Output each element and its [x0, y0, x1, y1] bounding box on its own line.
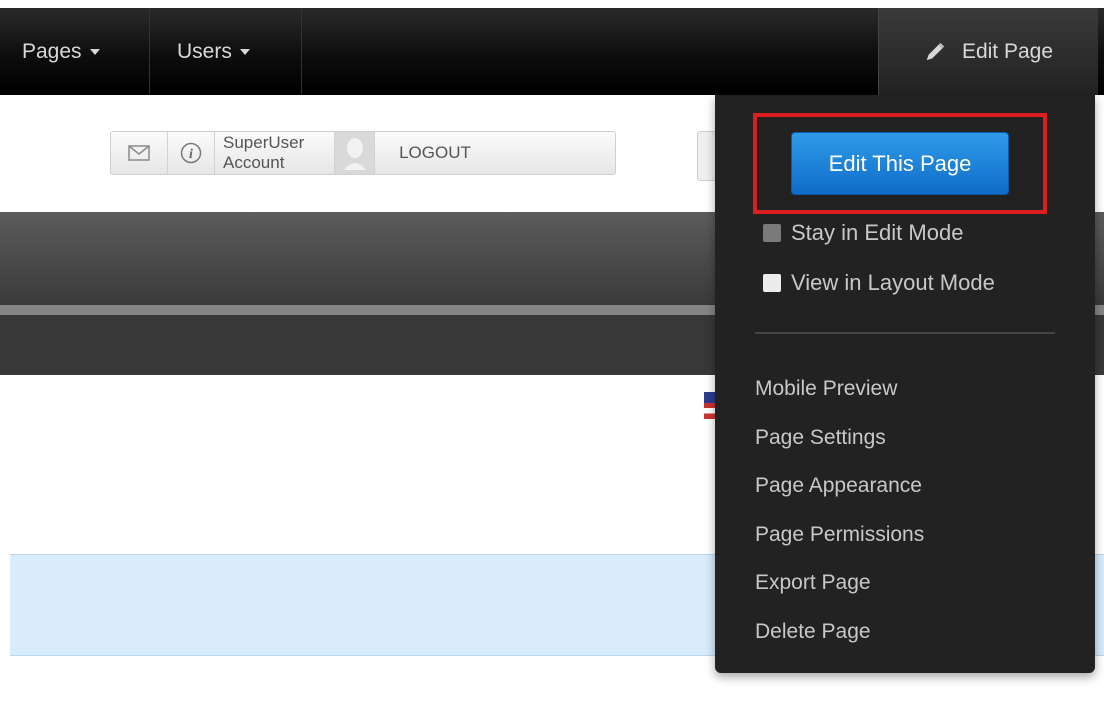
menu-item-page-permissions[interactable]: Page Permissions: [755, 511, 924, 560]
messages-button[interactable]: [111, 132, 168, 174]
avatar[interactable]: [335, 132, 375, 174]
view-in-layout-mode-checkbox[interactable]: [763, 274, 781, 292]
svg-text:i: i: [189, 147, 193, 162]
logout-button[interactable]: LOGOUT: [375, 132, 495, 174]
caret-down-icon: [89, 48, 100, 55]
stay-in-edit-mode-checkbox[interactable]: [763, 224, 781, 242]
avatar-icon: [343, 138, 366, 170]
menu-item-page-appearance[interactable]: Page Appearance: [755, 462, 924, 511]
mail-icon: [128, 145, 150, 161]
stay-in-edit-mode-option[interactable]: Stay in Edit Mode: [763, 220, 963, 246]
menu-item-export-page[interactable]: Export Page: [755, 559, 924, 608]
edit-this-page-label: Edit This Page: [828, 150, 972, 176]
menu-item-delete-page[interactable]: Delete Page: [755, 608, 924, 657]
nav-pages-label: Pages: [22, 39, 82, 63]
nav-users-label: Users: [177, 39, 232, 63]
logout-label: LOGOUT: [399, 143, 471, 162]
view-in-layout-mode-option[interactable]: View in Layout Mode: [763, 270, 995, 296]
user-bar: i SuperUser Account LOGOUT: [110, 131, 616, 175]
edit-page-menu[interactable]: Edit Page: [878, 8, 1098, 95]
page-actions-menu: Mobile Preview Page Settings Page Appear…: [755, 365, 924, 656]
stay-in-edit-mode-label: Stay in Edit Mode: [791, 220, 964, 245]
control-bar: Pages Users Edit Page: [0, 8, 1104, 95]
menu-item-mobile-preview[interactable]: Mobile Preview: [755, 365, 924, 414]
edit-page-dropdown: Edit This Page Stay in Edit Mode View in…: [715, 95, 1095, 673]
view-in-layout-mode-label: View in Layout Mode: [791, 270, 995, 295]
info-icon: i: [180, 142, 202, 164]
pencil-icon: [926, 42, 945, 60]
caret-down-icon: [239, 48, 250, 55]
user-account-link[interactable]: SuperUser Account: [215, 132, 335, 174]
edit-this-page-button[interactable]: Edit This Page: [791, 132, 1009, 195]
nav-users-menu[interactable]: Users: [150, 8, 302, 95]
edit-page-label: Edit Page: [961, 39, 1054, 63]
nav-pages-menu[interactable]: Pages: [10, 8, 150, 95]
account-label: SuperUser Account: [223, 133, 305, 172]
menu-item-page-settings[interactable]: Page Settings: [755, 414, 924, 463]
menu-divider: [755, 332, 1055, 334]
notifications-button[interactable]: i: [168, 132, 215, 174]
